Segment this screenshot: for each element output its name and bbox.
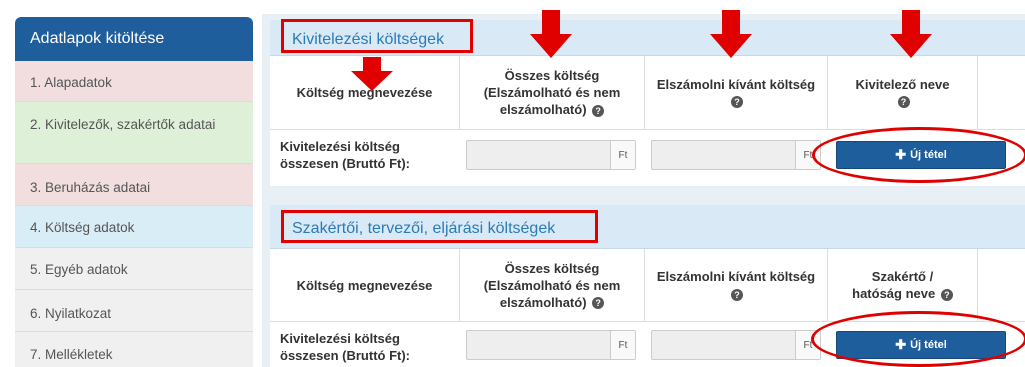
sidebar-item-kivitelezok[interactable]: 2. Kivitelezők, szakértők adatai (15, 102, 253, 164)
down-arrow-icon (351, 57, 393, 91)
sidebar-item-nyilatkozat[interactable]: 6. Nyilatkozat (15, 290, 253, 332)
currency-suffix: Ft (610, 331, 635, 359)
annotation-ellipse (811, 311, 1025, 367)
sidebar-item-egyeb[interactable]: 5. Egyéb adatok (15, 248, 253, 290)
total-cost-input[interactable]: Ft (466, 330, 636, 360)
header-expert: Szakértő / hatóság neve ? (828, 249, 978, 321)
claim-cost-input[interactable]: Ft (651, 140, 821, 170)
header-contractor-label: Kivitelező neve (855, 76, 950, 92)
row-label: Kivitelezési költség összesen (Bruttó Ft… (280, 331, 410, 363)
question-circle-icon[interactable]: ? (897, 96, 910, 109)
sidebar-item-alapadatok[interactable]: 1. Alapadatok (15, 61, 253, 102)
header-claim-cost-label: Elszámolni kívánt költség (656, 76, 816, 92)
annotation-box (281, 19, 473, 53)
header-contractor: Kivitelező neve ? (828, 56, 978, 129)
question-circle-icon[interactable]: ? (731, 96, 743, 109)
header-total-cost: Összes költség (Elszámolható és nem elsz… (460, 249, 645, 321)
sidebar-item-beruhazas[interactable]: 3. Beruházás adatai (15, 164, 253, 206)
down-arrow-icon (710, 10, 752, 58)
total-cost-input[interactable]: Ft (466, 140, 636, 170)
header-cost-name: Költség megnevezése (270, 249, 460, 321)
header-total-cost: Összes költség (Elszámolható és nem elsz… (460, 56, 645, 129)
header-cost-name-label: Költség megnevezése (296, 277, 433, 293)
row-label: Kivitelezési költség összesen (Bruttó Ft… (280, 139, 410, 171)
header-claim-cost-label: Elszámolni kívánt költség (656, 269, 816, 284)
header-expert-label: Szakértő / hatóság neve (852, 269, 936, 301)
down-arrow-icon (890, 10, 932, 58)
currency-suffix: Ft (610, 141, 635, 169)
annotation-box (281, 210, 598, 243)
sidebar-item-mellekletek[interactable]: 7. Mellékletek (15, 332, 253, 367)
question-circle-icon[interactable]: ? (940, 288, 953, 301)
sidebar-title: Adatlapok kitöltése (15, 17, 253, 61)
annotation-ellipse (812, 127, 1025, 183)
sidebar-item-koltseg[interactable]: 4. Költség adatok (15, 206, 253, 248)
claim-cost-input[interactable]: Ft (651, 330, 821, 360)
header-claim-cost: Elszámolni kívánt költség ? (645, 56, 828, 129)
down-arrow-icon (530, 10, 572, 58)
header-claim-cost: Elszámolni kívánt költség ? (645, 249, 828, 321)
question-circle-icon[interactable]: ? (592, 104, 605, 117)
question-circle-icon[interactable]: ? (592, 297, 605, 310)
sidebar-nav: Adatlapok kitöltése 1. Alapadatok 2. Kiv… (15, 17, 253, 367)
question-circle-icon[interactable]: ? (731, 288, 743, 301)
